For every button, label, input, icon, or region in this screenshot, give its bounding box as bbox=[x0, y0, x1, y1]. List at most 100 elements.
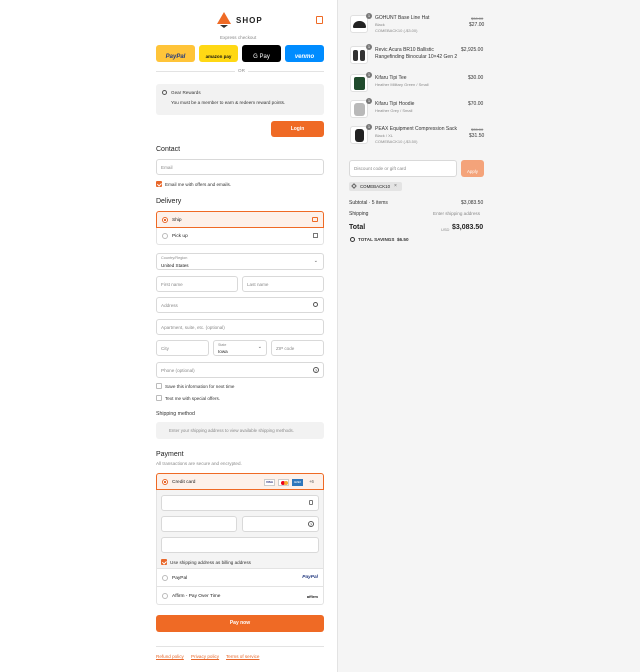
email-field[interactable]: Email bbox=[156, 159, 324, 175]
total-label: Total bbox=[349, 224, 366, 231]
quantity-badge: 1 bbox=[366, 98, 372, 104]
text-offers-checkbox[interactable] bbox=[156, 395, 162, 401]
save-info-checkbox[interactable] bbox=[156, 383, 162, 389]
amazon-pay-label: amazon pay bbox=[205, 54, 232, 59]
country-select[interactable]: Country/Region United States ⌄ bbox=[156, 253, 324, 270]
paypal-option-label: PayPal bbox=[172, 576, 188, 581]
quantity-badge: 1 bbox=[366, 124, 372, 130]
close-icon[interactable]: × bbox=[394, 183, 397, 189]
refund-policy-link[interactable]: Refund policy bbox=[156, 654, 184, 659]
google-pay-button[interactable]: G Pay bbox=[242, 45, 281, 62]
apply-button[interactable]: Apply bbox=[461, 160, 484, 177]
card-number-field[interactable] bbox=[161, 495, 319, 511]
ship-radio[interactable] bbox=[162, 217, 168, 223]
search-icon bbox=[313, 302, 318, 307]
item-name-line2: Rangefinding Binocular 10×42 Gen 2 bbox=[375, 54, 458, 60]
zip-field[interactable]: ZIP code bbox=[271, 340, 324, 356]
amex-icon: AMEX bbox=[292, 479, 303, 486]
city-field[interactable]: City bbox=[156, 340, 209, 356]
logo-text: SHOP bbox=[236, 16, 263, 25]
info-icon bbox=[162, 90, 167, 95]
discount-code-input[interactable]: Discount code or gift card bbox=[349, 160, 457, 177]
apartment-field[interactable]: Apartment, suite, etc. (optional) bbox=[156, 319, 324, 335]
paypal-radio[interactable] bbox=[162, 575, 168, 581]
affirm-logo-icon: affirm bbox=[306, 594, 318, 599]
payment-subtitle: All transactions are secure and encrypte… bbox=[156, 461, 242, 466]
truck-icon bbox=[312, 217, 318, 222]
last-name-field[interactable]: Last name bbox=[242, 276, 324, 292]
paypal-option[interactable]: PayPal PayPal bbox=[156, 569, 324, 587]
product-thumbnail bbox=[350, 46, 368, 64]
hat-icon bbox=[353, 21, 366, 28]
card-cvv-field[interactable]: ? bbox=[242, 516, 319, 532]
total-savings-value: $6.50 bbox=[397, 237, 409, 242]
item-price: $27.00 bbox=[469, 22, 485, 28]
paypal-label: PayPal bbox=[165, 54, 186, 60]
email-offers-label: Email me with offers and emails. bbox=[165, 182, 232, 187]
binocular-icon bbox=[353, 50, 358, 61]
item-name: Revic Acura BR10 Ballistic bbox=[375, 47, 434, 53]
chevron-down-icon: ⌄ bbox=[257, 344, 262, 350]
state-select[interactable]: State Iowa ⌄ bbox=[213, 340, 267, 356]
product-thumbnail bbox=[350, 126, 368, 144]
more-cards-label: +6 bbox=[309, 479, 314, 484]
email-offers-checkbox[interactable] bbox=[156, 181, 162, 187]
payment-heading: Payment bbox=[156, 451, 184, 458]
discount-placeholder: Discount code or gift card bbox=[354, 166, 407, 171]
affirm-option[interactable]: Affirm - Pay Over Time affirm bbox=[156, 587, 324, 605]
shipping-method-heading: Shipping method bbox=[156, 411, 195, 417]
email-placeholder: Email bbox=[161, 165, 173, 170]
card-name-field[interactable] bbox=[161, 537, 319, 553]
chevron-down-icon: ⌄ bbox=[313, 258, 318, 264]
first-name-field[interactable]: First name bbox=[156, 276, 238, 292]
item-price: $70.00 bbox=[468, 101, 484, 107]
shipping-label: Shipping bbox=[349, 211, 369, 217]
venmo-label: venmo bbox=[294, 54, 315, 60]
state-label: State bbox=[218, 343, 227, 347]
logo-mark-icon bbox=[217, 12, 231, 28]
affirm-radio[interactable] bbox=[162, 593, 168, 599]
privacy-policy-link[interactable]: Privacy policy bbox=[191, 654, 219, 659]
affirm-option-label: Affirm - Pay Over Time bbox=[172, 594, 221, 599]
item-name: PEAX Equipment Compression Sack bbox=[375, 126, 457, 132]
venmo-button[interactable]: venmo bbox=[285, 45, 324, 62]
credit-card-option[interactable]: Credit card VISA MC AMEX +6 bbox=[156, 473, 324, 490]
terms-of-service-link[interactable]: Terms of service bbox=[226, 654, 259, 659]
paypal-express-button[interactable]: PayPal bbox=[156, 45, 195, 62]
country-label: Country/Region bbox=[161, 256, 188, 260]
save-info-label: Save this information for next time bbox=[165, 384, 235, 389]
applied-code-tag[interactable]: COMEBACK10 × bbox=[349, 182, 402, 191]
country-value: United States bbox=[161, 263, 189, 268]
login-button[interactable]: Login bbox=[271, 121, 324, 137]
footer-divider bbox=[156, 646, 324, 647]
item-variant: Heather Grey / Small bbox=[375, 108, 413, 113]
address-field[interactable]: Address bbox=[156, 297, 324, 313]
pickup-option[interactable]: Pick up bbox=[156, 228, 324, 245]
savings-tag-icon bbox=[350, 237, 355, 242]
shop-logo[interactable]: SHOP bbox=[217, 12, 267, 28]
item-variant: Black / XL bbox=[375, 133, 394, 138]
phone-placeholder: Phone (optional) bbox=[161, 368, 195, 373]
pickup-label: Pick up bbox=[172, 234, 188, 239]
item-discount: COMEBACK10 (-$3.00) bbox=[375, 28, 418, 33]
pickup-radio[interactable] bbox=[162, 233, 168, 239]
sack-icon bbox=[355, 129, 364, 142]
or-label: OR bbox=[235, 68, 248, 73]
amazon-pay-button[interactable]: amazon pay bbox=[199, 45, 238, 62]
visa-icon: VISA bbox=[264, 479, 275, 486]
bag-icon[interactable] bbox=[316, 16, 323, 24]
use-shipping-address-checkbox[interactable] bbox=[161, 559, 167, 565]
phone-field[interactable]: Phone (optional) ? bbox=[156, 362, 324, 378]
google-pay-label: G Pay bbox=[253, 54, 270, 60]
text-offers-label: Text me with special offers. bbox=[165, 396, 221, 401]
item-discount: COMEBACK10 (-$3.50) bbox=[375, 139, 418, 144]
help-icon: ? bbox=[308, 521, 314, 527]
card-expiry-field[interactable] bbox=[161, 516, 237, 532]
pay-now-button[interactable]: Pay now bbox=[156, 615, 324, 632]
product-thumbnail bbox=[350, 100, 368, 118]
delivery-heading: Delivery bbox=[156, 198, 182, 205]
subtotal-value: $3,083.50 bbox=[461, 200, 484, 206]
ship-option[interactable]: Ship bbox=[156, 211, 324, 228]
credit-card-radio[interactable] bbox=[162, 479, 168, 485]
currency-label: USD bbox=[441, 227, 450, 232]
